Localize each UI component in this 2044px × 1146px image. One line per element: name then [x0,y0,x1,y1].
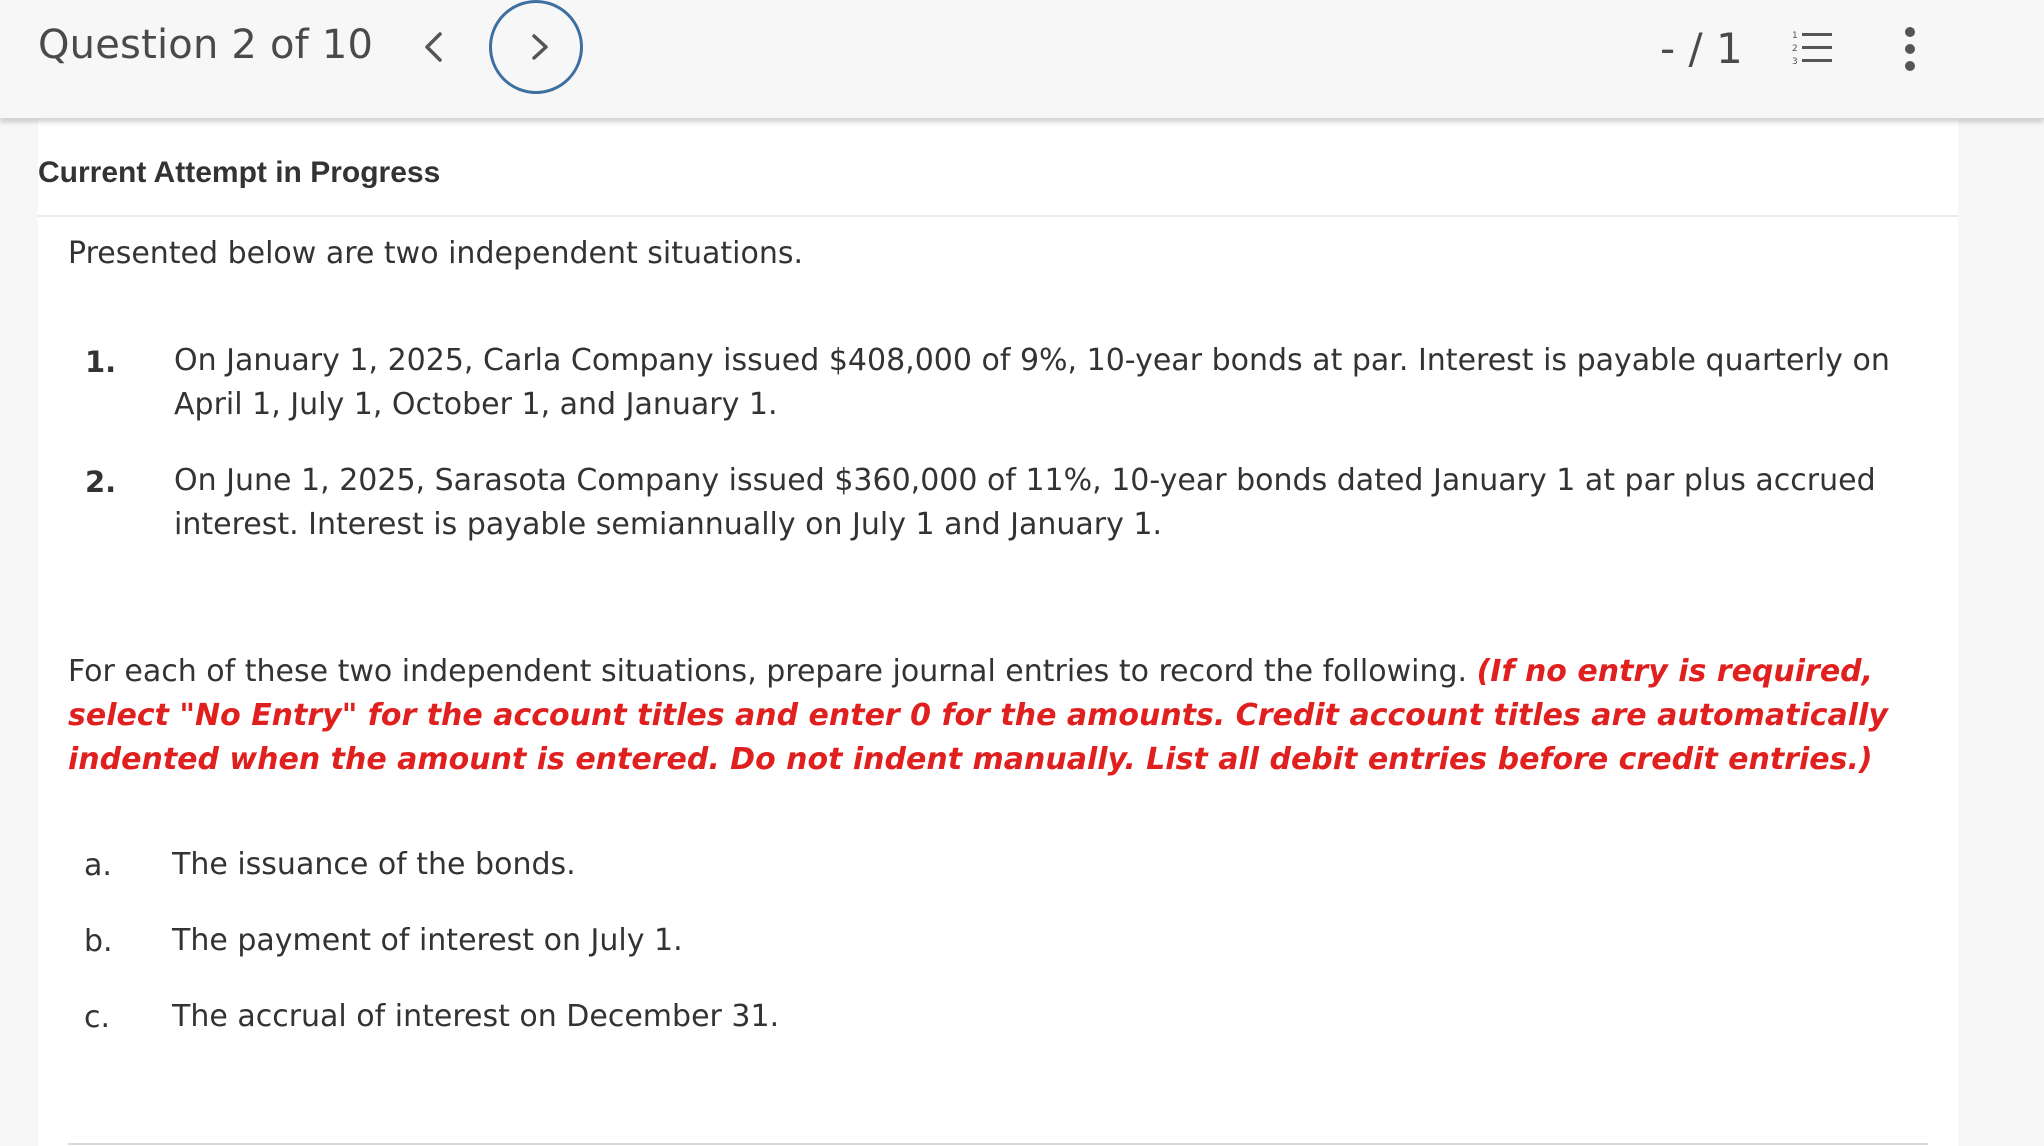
next-question-button[interactable] [489,0,583,94]
part-text: The accrual of interest on December 31. [172,999,780,1034]
question-content: Current Attempt in Progress Presented be… [38,118,1958,1146]
part-text: The payment of interest on July 1. [172,923,683,958]
part-letter: a. [84,848,112,883]
instructions-text: For each of these two independent situat… [68,654,1477,689]
instructions: For each of these two independent situat… [68,650,1968,782]
divider [38,215,1958,217]
chevron-right-icon [532,34,548,60]
part-text: The issuance of the bonds. [172,847,576,882]
svg-text:3: 3 [1792,57,1798,67]
part-letter: b. [84,924,113,959]
divider [68,1143,1928,1145]
svg-text:2: 2 [1792,44,1798,54]
attempt-status-heading: Current Attempt in Progress [38,156,441,189]
part-letter: c. [84,1000,111,1035]
numbered-list-icon: 1 2 3 [1792,31,1832,67]
more-options-button[interactable] [1892,22,1928,76]
situation-number: 1. [85,345,117,379]
question-header: Question 2 of 10 - / 1 1 2 3 [0,0,2044,119]
vertical-ellipsis-icon [1905,27,1915,71]
problem-intro: Presented below are two independent situ… [68,236,804,271]
question-counter: Question 2 of 10 [38,22,374,68]
svg-text:1: 1 [1792,31,1798,41]
question-score: - / 1 [1660,24,1743,73]
situation-number: 2. [85,465,117,499]
chevron-left-icon [425,32,442,62]
question-list-button[interactable]: 1 2 3 [1788,28,1836,68]
situation-text: On June 1, 2025, Sarasota Company issued… [174,463,1876,542]
previous-question-button[interactable] [408,18,458,76]
situation-text: On January 1, 2025, Carla Company issued… [174,343,1890,422]
